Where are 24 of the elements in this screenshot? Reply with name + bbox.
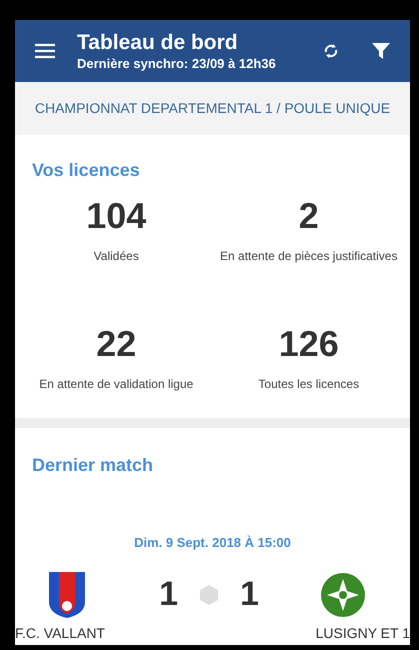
match-date: Dim. 9 Sept. 2018 À 15:00 <box>134 535 291 550</box>
stat-label: Validées <box>94 248 139 264</box>
menu-icon[interactable] <box>35 43 55 59</box>
section-title: Vos licences <box>32 159 141 182</box>
away-score: 1 <box>240 574 259 615</box>
sync-icon[interactable] <box>324 43 338 59</box>
stat-label: Toutes les licences <box>258 376 360 392</box>
stat-label: En attente de pièces justificatives <box>220 248 398 264</box>
hexagon-icon <box>200 584 218 604</box>
home-team-name: F.C. VALLANT <box>15 624 105 642</box>
stat-value: 22 <box>96 324 136 364</box>
section-title: Dernier match <box>32 454 154 477</box>
away-team-name: LUSIGNY ET 1 <box>316 624 410 642</box>
club-crest-icon <box>321 572 365 616</box>
filter-icon[interactable] <box>372 42 390 60</box>
stat-value: 2 <box>298 196 319 236</box>
competition-name: CHAMPIONNAT DEPARTEMENTAL 1 / POULE UNIQUE <box>34 99 390 118</box>
stat-value: 104 <box>86 196 146 236</box>
app-title: Tableau de bord <box>77 30 239 56</box>
club-crest-icon <box>49 572 85 618</box>
sync-subtitle: Dernière synchro: 23/09 à 12h36 <box>77 56 277 72</box>
home-score: 1 <box>159 574 178 615</box>
stat-value: 126 <box>278 324 339 364</box>
stat-label: En attente de validation ligue <box>39 376 194 392</box>
